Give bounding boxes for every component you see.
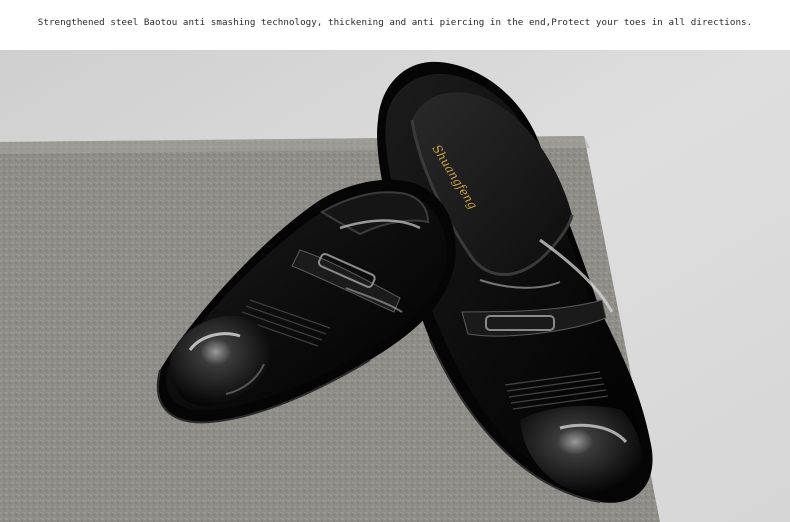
caption-band: Strengthened steel Baotou anti smashing … <box>0 0 790 50</box>
product-photo: Shuangfeng <box>0 50 790 522</box>
feature-caption: Strengthened steel Baotou anti smashing … <box>37 17 753 28</box>
product-page: Strengthened steel Baotou anti smashing … <box>0 0 790 522</box>
